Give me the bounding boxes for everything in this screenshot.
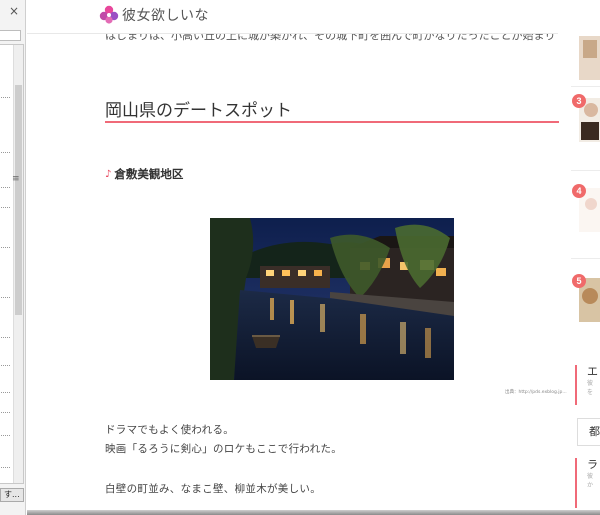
resize-grip-icon[interactable]: ≡ [12,174,20,184]
paragraph-line: 白壁の町並み、なまこ壁、柳並木が美しい。 [105,483,321,495]
sidebar-card-text: 彼 [587,473,594,480]
sidebar-divider [571,170,600,171]
rank-badge: 4 [572,184,586,198]
spot-heading: ♪ 倉敷美観地区 [105,166,183,182]
paragraph-line: ドラマでもよく使われる。 [105,424,235,436]
list-item[interactable] [1,465,10,468]
section-title: 岡山県のデートスポット [105,101,292,120]
scrollbar-thumb[interactable] [15,85,22,315]
side-action-button[interactable]: す... [0,488,24,502]
list-item[interactable] [1,245,10,248]
ranking-thumbnail [579,36,600,80]
paragraph-line: 映画「るろうに剣心」のロケもここで行われた。 [105,443,343,455]
sidebar-category-box[interactable]: 都 [577,418,600,446]
list-item[interactable] [1,185,10,188]
site-header: 彼女欲しいな [27,0,600,33]
list-item[interactable] [1,205,10,208]
list-item[interactable] [1,410,10,413]
sidebar-article-card[interactable]: エ 彼 を [575,365,600,405]
list-item[interactable] [1,150,10,153]
sidebar-card-title: エ [587,365,598,378]
list-item[interactable] [1,295,10,298]
list-item[interactable] [1,95,10,98]
side-search-input[interactable] [0,30,21,41]
ranking-item[interactable]: 3 [571,92,600,148]
sidebar-card-text: 彼 [587,380,594,387]
sidebar-article-card[interactable]: ラ 彼 か [575,458,600,508]
ranking-item[interactable] [571,36,600,82]
sidebar-divider [571,86,600,87]
ranking-item[interactable]: 5 [571,268,600,328]
section-title-underline [105,121,559,123]
side-scrollbar[interactable] [13,45,23,483]
rank-badge: 5 [572,274,586,288]
taskbar-edge [27,510,600,515]
sidebar-card-title: ラ [587,458,598,471]
site-logo[interactable]: 彼女欲しいな [99,5,209,25]
rank-badge: 3 [572,94,586,108]
header-divider [27,33,558,34]
sidebar-card-text: か [587,482,594,489]
spot-name: 倉敷美観地区 [114,167,184,181]
ranking-item[interactable]: 4 [571,180,600,236]
photo-credit[interactable]: 出典：http://pds.exblog.jp... [505,389,567,395]
clover-logo-icon [99,5,119,24]
kurashiki-night-photo [210,218,454,380]
music-note-icon: ♪ [105,168,112,180]
sidebar-card-text: を [587,389,594,396]
close-icon[interactable]: × [7,4,21,18]
list-item[interactable] [1,433,10,436]
side-item-list[interactable] [0,44,24,484]
list-item[interactable] [1,335,10,338]
list-item[interactable] [1,363,10,366]
sidebar-divider [571,258,600,259]
site-name: 彼女欲しいな [122,7,209,23]
list-item[interactable] [1,390,10,393]
side-panel: × ≡ す... [0,0,26,515]
